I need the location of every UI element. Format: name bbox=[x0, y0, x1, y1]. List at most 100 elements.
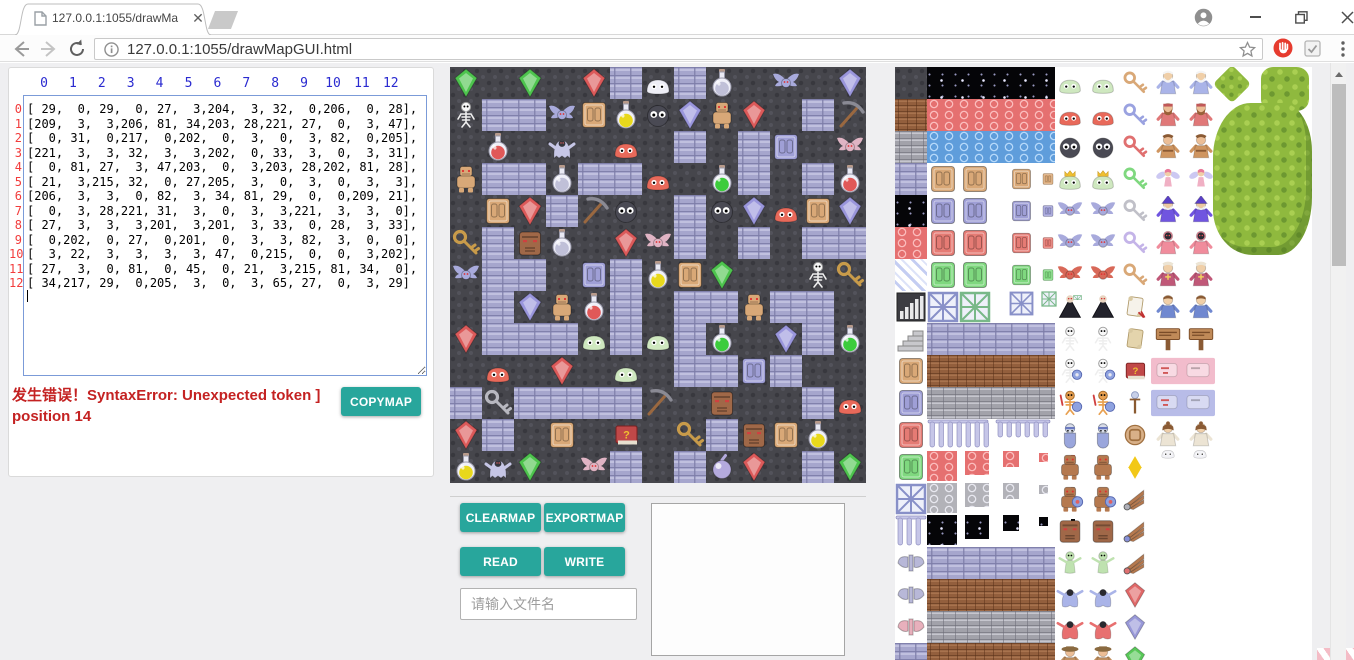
map-tile-orb[interactable] bbox=[706, 451, 738, 483]
tileset-cell-eyeball[interactable] bbox=[1055, 132, 1085, 162]
tileset-cell-bat[interactable] bbox=[1055, 196, 1085, 226]
tileset-cell-grayterr[interactable] bbox=[1003, 483, 1019, 499]
tileset-cell-door[interactable] bbox=[895, 419, 927, 451]
tileset-cell-skelshield[interactable] bbox=[1088, 356, 1118, 386]
tileset-cell-armored[interactable] bbox=[1088, 420, 1118, 450]
map-tile-wall[interactable] bbox=[482, 323, 514, 355]
tileset-cell-scroll[interactable] bbox=[1121, 293, 1149, 321]
map-tile-wall[interactable] bbox=[482, 163, 514, 195]
tileset-cell-door[interactable] bbox=[895, 387, 927, 419]
tileset-cell-staff[interactable] bbox=[1121, 389, 1149, 417]
map-tile-gem[interactable] bbox=[450, 67, 482, 99]
tileset-cell-stars[interactable] bbox=[895, 195, 927, 227]
forward-icon[interactable] bbox=[38, 38, 60, 60]
map-tile-potion[interactable] bbox=[706, 323, 738, 355]
tileset-cell-door[interactable] bbox=[1041, 227, 1055, 259]
tileset-cell-graystone[interactable] bbox=[927, 387, 1055, 419]
tileset-cell-slime[interactable] bbox=[1055, 68, 1085, 98]
exportmap-button[interactable]: EXPORTMAP bbox=[544, 503, 625, 532]
bookmark-star-icon[interactable] bbox=[1239, 41, 1256, 63]
map-tile-wall[interactable] bbox=[514, 163, 546, 195]
tileset-cell-wizard[interactable] bbox=[1153, 196, 1183, 226]
map-tile-wall[interactable] bbox=[610, 291, 642, 323]
tileset-cell-red[interactable] bbox=[927, 451, 957, 481]
tileset-cell-priest[interactable] bbox=[1153, 260, 1183, 290]
scrollbar-up-arrow[interactable] bbox=[1335, 72, 1343, 77]
tileset-cell-winged[interactable] bbox=[895, 547, 927, 579]
tileset-cell-priest[interactable] bbox=[1186, 260, 1216, 290]
tileset-cell-golemshield[interactable] bbox=[1088, 484, 1118, 514]
tileset-cell-kid[interactable] bbox=[1153, 292, 1183, 322]
tileset-cell-demon[interactable] bbox=[1186, 228, 1216, 258]
adblock-extension-icon[interactable] bbox=[1272, 37, 1294, 59]
tileset-cell-wall[interactable] bbox=[927, 323, 1055, 355]
tileset-cell-wall[interactable] bbox=[895, 163, 927, 195]
map-tile-door[interactable] bbox=[546, 419, 578, 451]
tileset-cell-skeleton[interactable] bbox=[1088, 324, 1118, 354]
map-tile-wall[interactable] bbox=[770, 291, 802, 323]
tileset-cell-door[interactable] bbox=[895, 451, 927, 483]
tileset-cell-grayterr[interactable] bbox=[1039, 485, 1048, 494]
tileset-cell-wizard[interactable] bbox=[1186, 196, 1216, 226]
tileset-cell-key[interactable] bbox=[1121, 133, 1149, 161]
map-tile-wall[interactable] bbox=[610, 323, 642, 355]
tileset-cell-door[interactable] bbox=[959, 227, 991, 259]
map-tile-bat[interactable] bbox=[770, 67, 802, 99]
tileset-cell-skelshield[interactable] bbox=[1055, 356, 1085, 386]
map-tile-bat[interactable] bbox=[450, 259, 482, 291]
tileset-cell-medal[interactable] bbox=[1121, 421, 1149, 449]
map-tile-golem[interactable] bbox=[450, 163, 482, 195]
map-tile-wall[interactable] bbox=[802, 163, 834, 195]
map-tile-wall[interactable] bbox=[610, 259, 642, 291]
address-bar[interactable]: 127.0.0.1:1055/drawMapGUI.html bbox=[94, 38, 1263, 60]
tileset-cell-scroll[interactable] bbox=[1121, 325, 1149, 353]
tileset-cell-golem[interactable] bbox=[1088, 452, 1118, 482]
map-tile-wall[interactable] bbox=[514, 387, 546, 419]
map-tile-gem[interactable] bbox=[770, 323, 802, 355]
map-tile-potion[interactable] bbox=[834, 323, 866, 355]
tileset-cell-stairs[interactable] bbox=[895, 323, 927, 355]
tileset-cell-blue[interactable] bbox=[927, 131, 1055, 163]
extension-check-icon[interactable] bbox=[1304, 40, 1326, 62]
tileset-cell-wall[interactable] bbox=[927, 547, 1055, 579]
map-tile-book[interactable]: ? bbox=[610, 419, 642, 451]
map-tile-golem[interactable] bbox=[546, 291, 578, 323]
map-tile-door[interactable] bbox=[674, 259, 706, 291]
map-tile-door[interactable] bbox=[770, 419, 802, 451]
map-tile-key[interactable] bbox=[450, 227, 482, 259]
map-tile-wall[interactable] bbox=[738, 131, 770, 163]
map-tile-bat[interactable] bbox=[642, 227, 674, 259]
map-tile-stoneface[interactable] bbox=[738, 419, 770, 451]
map-tile-gem[interactable] bbox=[834, 67, 866, 99]
map-tile-wall[interactable] bbox=[514, 259, 546, 291]
map-tile-eyeball[interactable] bbox=[642, 99, 674, 131]
map-tile-wall[interactable] bbox=[450, 387, 482, 419]
map-tile-gem[interactable] bbox=[514, 451, 546, 483]
tileset-cell-columns[interactable] bbox=[995, 419, 1051, 439]
map-tile-potion[interactable] bbox=[706, 163, 738, 195]
map-tile-slime[interactable] bbox=[578, 323, 610, 355]
tileset-cell-winged[interactable] bbox=[895, 579, 927, 611]
map-tile-potion[interactable] bbox=[482, 131, 514, 163]
map-tile-door[interactable] bbox=[802, 195, 834, 227]
back-icon[interactable] bbox=[10, 38, 32, 60]
restore-button[interactable] bbox=[1284, 0, 1318, 34]
copymap-button[interactable]: COPYMAP bbox=[341, 387, 421, 416]
clearmap-button[interactable]: CLEARMAP bbox=[460, 503, 541, 532]
map-tile-door[interactable] bbox=[738, 355, 770, 387]
map-tile-wall[interactable] bbox=[674, 195, 706, 227]
tileset-cell-lattice[interactable] bbox=[927, 291, 959, 323]
map-tile-potion[interactable] bbox=[450, 451, 482, 483]
tileset-cell-facewall[interactable] bbox=[1151, 356, 1215, 386]
map-tile-gem[interactable] bbox=[610, 227, 642, 259]
tileset-cell-dwarf[interactable] bbox=[1186, 100, 1216, 130]
map-tile-wall[interactable] bbox=[482, 259, 514, 291]
map-tile-wall[interactable] bbox=[578, 387, 610, 419]
map-tile-wall[interactable] bbox=[674, 323, 706, 355]
tileset-cell-door[interactable] bbox=[1041, 163, 1055, 195]
tileset-cell-key[interactable] bbox=[1121, 261, 1149, 289]
map-tile-golem[interactable] bbox=[738, 291, 770, 323]
map-tile-gem[interactable] bbox=[834, 195, 866, 227]
tileset-cell-lattice[interactable] bbox=[895, 483, 927, 515]
map-tile-wall[interactable] bbox=[546, 323, 578, 355]
